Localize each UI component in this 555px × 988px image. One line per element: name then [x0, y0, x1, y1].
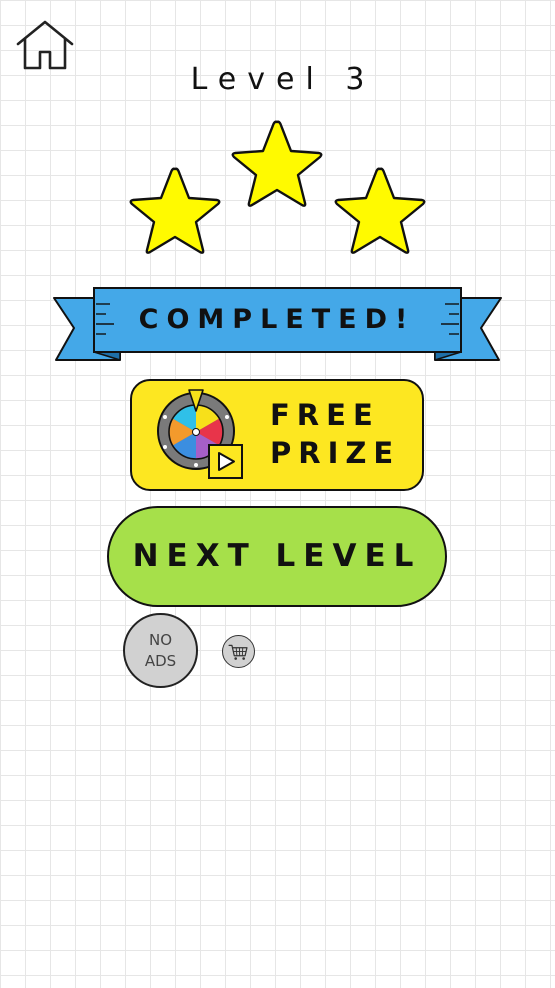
- next-level-button[interactable]: NEXT LEVEL: [107, 506, 447, 607]
- star-icon: [120, 165, 230, 271]
- star-icon: [222, 118, 332, 224]
- free-prize-label-line2: PRIZE: [270, 436, 401, 470]
- play-video-icon: [208, 444, 243, 479]
- level-title: Level 3: [190, 62, 376, 97]
- shop-button[interactable]: [222, 635, 255, 668]
- shopping-cart-icon: [228, 644, 248, 660]
- no-ads-button[interactable]: NO ADS: [123, 613, 198, 688]
- completed-text: COMPLETED!: [138, 304, 416, 335]
- no-ads-label-line2: ADS: [144, 651, 177, 670]
- free-prize-label-line1: FREE: [270, 398, 380, 432]
- prize-wheel-icon: [154, 389, 246, 481]
- no-ads-label-line1: NO: [148, 630, 173, 649]
- star-icon: [325, 165, 435, 271]
